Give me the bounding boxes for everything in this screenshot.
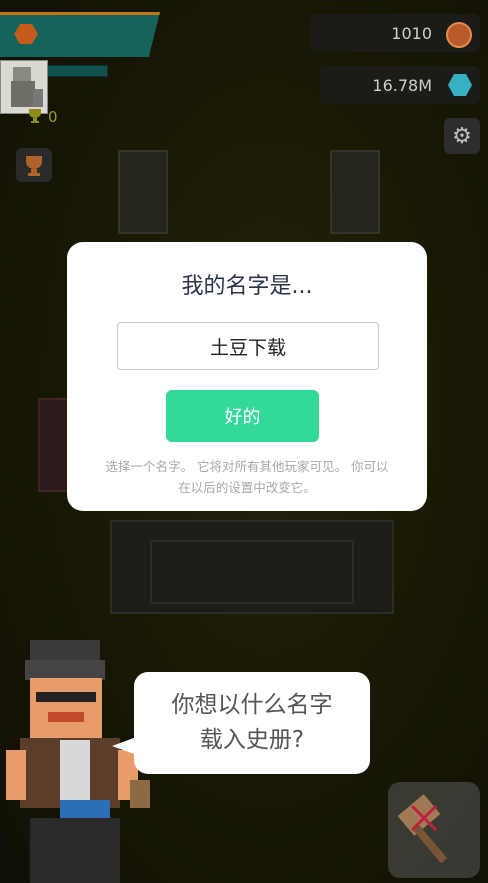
- trophy-icon: [29, 109, 41, 123]
- coin-counter: 1010: [310, 14, 480, 52]
- speech-bubble: 你想以什么名字 载入史册?: [134, 672, 370, 774]
- speech-text: 你想以什么名字 载入史册?: [171, 692, 333, 753]
- ok-button[interactable]: 好的: [166, 390, 319, 442]
- coin-amount: 1010: [391, 23, 432, 43]
- xp-bar: [46, 65, 108, 77]
- hammer-button[interactable]: [388, 782, 480, 878]
- avatar[interactable]: [0, 60, 48, 114]
- name-dialog: 我的名字是... 好的 选择一个名字。 它将对所有其他玩家可见。 你可以 在以后…: [67, 242, 427, 511]
- dialog-title: 我的名字是...: [181, 274, 313, 299]
- trophy-button[interactable]: [16, 148, 52, 182]
- gear-icon: ⚙: [452, 123, 472, 149]
- settings-button[interactable]: ⚙: [444, 118, 480, 154]
- dialog-hint: 选择一个名字。 它将对所有其他玩家可见。 你可以 在以后的设置中改变它。: [105, 459, 389, 495]
- hammer-icon: [397, 794, 448, 864]
- gem-icon: [448, 74, 472, 96]
- trophy-count: 0: [48, 108, 58, 126]
- hero-character: [6, 640, 150, 883]
- coin-icon: [446, 22, 472, 48]
- gem-counter: 16.78M: [320, 66, 480, 104]
- gem-amount: 16.78M: [372, 75, 432, 95]
- name-input[interactable]: [117, 322, 379, 370]
